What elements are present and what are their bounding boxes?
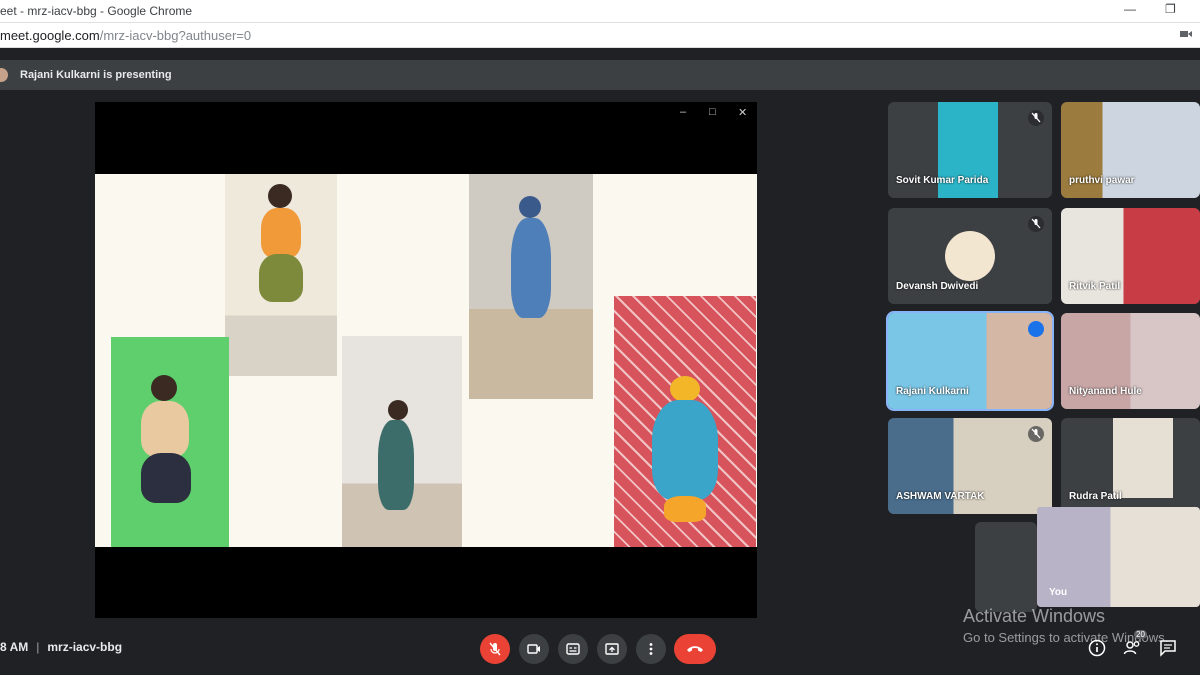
present-now-button[interactable] bbox=[597, 634, 627, 664]
minimize-presentation-icon[interactable]: – bbox=[680, 106, 686, 118]
participant-avatar bbox=[945, 231, 995, 281]
meeting-info: 8 AM | mrz-iacv-bbg bbox=[0, 640, 122, 654]
self-tile-frame bbox=[975, 522, 1037, 612]
url-host: meet.google.com bbox=[0, 27, 100, 43]
close-presentation-icon[interactable]: ✕ bbox=[738, 106, 747, 119]
presented-slide bbox=[95, 174, 757, 547]
meeting-details-button[interactable] bbox=[1088, 639, 1108, 659]
self-label: You bbox=[1049, 587, 1068, 598]
participant-name: Nityanand Hule bbox=[1069, 386, 1142, 397]
mic-toggle-button[interactable] bbox=[480, 634, 510, 664]
participant-name: Devansh Dwivedi bbox=[896, 281, 979, 292]
captions-icon bbox=[566, 643, 580, 655]
meeting-time: 8 AM bbox=[0, 640, 29, 654]
chat-icon bbox=[1160, 640, 1176, 657]
dance-photo-5 bbox=[614, 296, 756, 547]
presenter-avatar bbox=[0, 68, 8, 82]
more-options-button[interactable] bbox=[636, 634, 666, 664]
participant-tile[interactable]: Nityanand Hule bbox=[1061, 313, 1200, 409]
window-title-bar: eet - mrz-iacv-bbg - Google Chrome — ❐ bbox=[0, 0, 1200, 22]
chat-button[interactable] bbox=[1159, 639, 1179, 659]
presentation-stage[interactable]: – □ ✕ bbox=[95, 102, 757, 618]
participant-name: ASHWAM VARTAK bbox=[896, 491, 985, 502]
participant-name: Rudra Patil bbox=[1069, 491, 1122, 502]
camera-icon bbox=[527, 644, 540, 654]
mic-off-icon bbox=[1028, 110, 1044, 126]
people-icon bbox=[1123, 641, 1140, 655]
minimize-icon[interactable]: — bbox=[1124, 2, 1136, 16]
participant-tile[interactable]: ASHWAM VARTAK bbox=[888, 418, 1052, 514]
dance-photo-1 bbox=[225, 174, 337, 376]
info-icon bbox=[1088, 639, 1106, 657]
people-count-badge: 20 bbox=[1134, 630, 1147, 639]
participant-tile[interactable]: Sovit Kumar Parida bbox=[888, 102, 1052, 198]
participant-tile[interactable]: pruthvi pawar bbox=[1061, 102, 1200, 198]
participant-name: Rajani Kulkarni bbox=[896, 386, 969, 397]
dance-photo-2 bbox=[469, 174, 593, 399]
participant-name: Sovit Kumar Parida bbox=[896, 175, 989, 186]
dance-photo-3 bbox=[111, 337, 229, 547]
dance-photo-4 bbox=[342, 336, 462, 547]
camera-toggle-button[interactable] bbox=[519, 634, 549, 664]
participant-tile[interactable]: Devansh Dwivedi bbox=[888, 208, 1052, 304]
people-button[interactable]: 20 bbox=[1123, 630, 1147, 659]
participant-name: pruthvi pawar bbox=[1069, 175, 1135, 186]
window-title: eet - mrz-iacv-bbg - Google Chrome bbox=[0, 4, 193, 18]
end-call-button[interactable] bbox=[674, 634, 716, 664]
presenting-text: Rajani Kulkarni is presenting bbox=[20, 69, 172, 81]
address-bar[interactable]: meet.google.com/mrz-iacv-bbg?authuser=0 bbox=[0, 22, 1200, 48]
participant-tile-speaking[interactable]: Rajani Kulkarni bbox=[886, 311, 1054, 411]
mic-off-icon bbox=[1028, 426, 1044, 442]
mic-off-icon bbox=[1028, 216, 1044, 232]
url-path: /mrz-iacv-bbg?authuser=0 bbox=[99, 27, 252, 43]
participant-video bbox=[1113, 418, 1173, 498]
participant-tile[interactable]: Ritvik Patil bbox=[1061, 208, 1200, 304]
expand-presentation-icon[interactable]: □ bbox=[709, 106, 716, 118]
captions-button[interactable] bbox=[558, 634, 588, 664]
camera-permission-icon[interactable] bbox=[1180, 28, 1192, 40]
restore-icon[interactable]: ❐ bbox=[1165, 2, 1176, 16]
mic-off-icon bbox=[489, 642, 501, 656]
end-call-icon bbox=[687, 646, 703, 652]
meeting-code[interactable]: mrz-iacv-bbg bbox=[47, 640, 122, 654]
participant-name: Ritvik Patil bbox=[1069, 281, 1121, 292]
participant-tile[interactable]: Rudra Patil bbox=[1061, 418, 1200, 514]
self-video-tile[interactable]: You bbox=[1037, 507, 1200, 607]
meeting-separator: | bbox=[36, 640, 40, 654]
present-icon bbox=[605, 643, 619, 655]
presenting-banner: Rajani Kulkarni is presenting bbox=[0, 60, 1200, 90]
more-icon bbox=[649, 643, 653, 655]
speaking-indicator-icon bbox=[1028, 321, 1044, 337]
activate-windows-title: Activate Windows bbox=[963, 606, 1106, 626]
